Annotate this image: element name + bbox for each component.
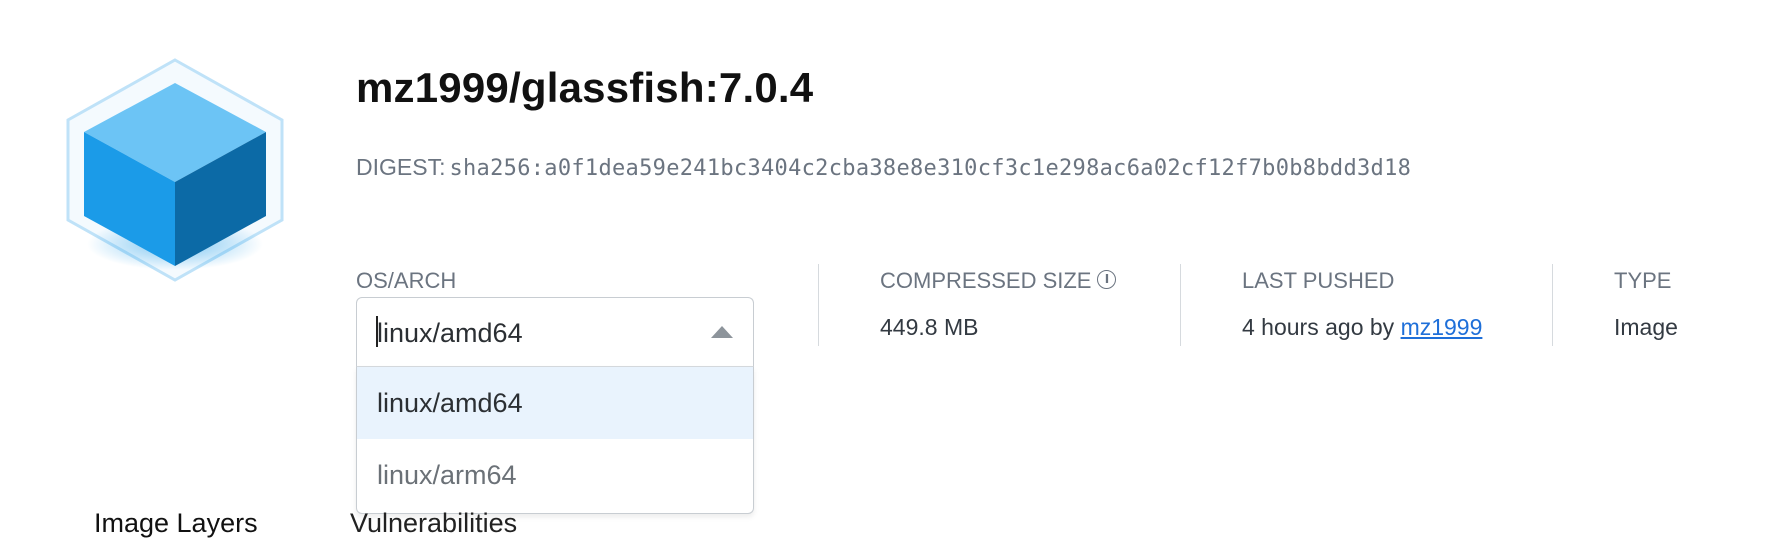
info-icon[interactable]: i bbox=[1097, 270, 1117, 289]
os-arch-dropdown: linux/amd64 linux/arm64 bbox=[356, 367, 754, 514]
divider bbox=[1180, 264, 1181, 346]
pushed-by-user-link[interactable]: mz1999 bbox=[1401, 314, 1483, 340]
os-arch-label: OS/ARCH bbox=[356, 268, 457, 293]
os-arch-selected-value: linux/amd64 bbox=[377, 318, 523, 348]
cube-icon bbox=[66, 58, 284, 282]
divider bbox=[818, 264, 819, 346]
digest-value: sha256:a0f1dea59e241bc3404c2cba38e8e310c… bbox=[449, 156, 1412, 181]
type-value: Image bbox=[1614, 314, 1678, 340]
os-arch-option-amd64[interactable]: linux/amd64 bbox=[357, 367, 753, 439]
tab-image-layers[interactable]: Image Layers bbox=[94, 508, 258, 539]
os-arch-select[interactable]: linux/amd64 bbox=[356, 297, 754, 367]
chevron-up-icon[interactable] bbox=[711, 326, 733, 338]
divider bbox=[1552, 264, 1553, 346]
digest: DIGEST: sha256:a0f1dea59e241bc3404c2cba38… bbox=[356, 154, 1411, 181]
type-label: TYPE bbox=[1614, 268, 1672, 293]
compressed-size-label-text: COMPRESSED SIZE bbox=[880, 268, 1092, 293]
compressed-size-value: 449.8 MB bbox=[880, 314, 979, 340]
last-pushed-label: LAST PUSHED bbox=[1242, 268, 1395, 293]
last-pushed-text: 4 hours ago by bbox=[1242, 314, 1395, 340]
os-arch-option-arm64[interactable]: linux/arm64 bbox=[357, 439, 753, 511]
digest-label: DIGEST: bbox=[356, 154, 446, 180]
last-pushed-value: 4 hours ago by mz1999 bbox=[1242, 314, 1482, 341]
image-details-page: mz1999/glassfish:7.0.4 DIGEST: sha256:a0f… bbox=[0, 0, 1782, 560]
page-title: mz1999/glassfish:7.0.4 bbox=[356, 64, 814, 111]
tab-vulnerabilities[interactable]: Vulnerabilities bbox=[350, 508, 517, 539]
compressed-size-label: COMPRESSED SIZE i bbox=[880, 268, 1117, 294]
